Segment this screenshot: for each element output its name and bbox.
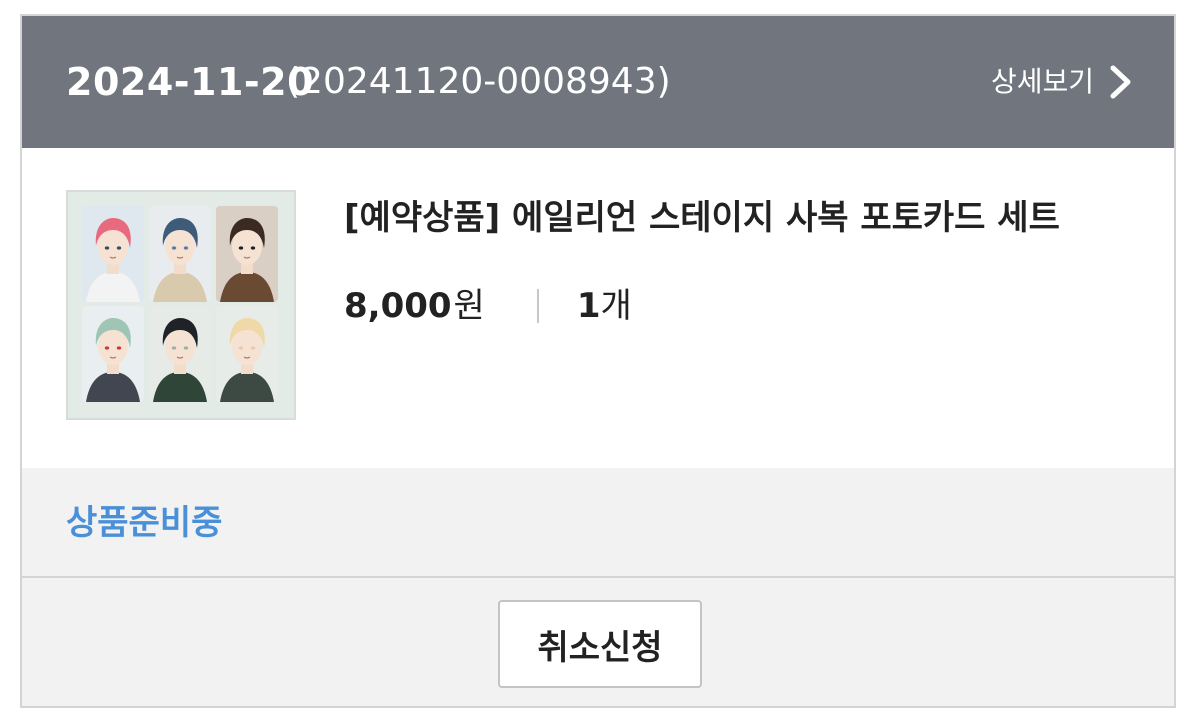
product-thumbnail[interactable] [66,190,296,420]
photocard-illustration [216,306,278,402]
photocard-illustration [216,206,278,302]
photocard-illustration [82,206,144,302]
order-card: 2024-11-20 (20241120-0008943) 상세보기 [예약상품… [20,14,1176,708]
product-price: 8,000 [344,286,452,326]
quantity-unit: 개 [600,286,632,326]
product-quantity: 1 [576,286,601,326]
chevron-right-icon [1110,65,1131,99]
action-row: 취소신청 [22,578,1174,706]
photocard-illustration [149,206,211,302]
order-date: 2024-11-20 [66,60,315,104]
order-number: (20241120-0008943) [286,61,671,102]
divider [536,289,539,323]
product-row: [예약상품] 에일리언 스테이지 사복 포토카드 세트 8,000 원 1 개 [22,148,1174,468]
price-quantity-row: 8,000 원 1 개 [344,282,632,330]
status-row: 상품준비중 [22,468,1174,578]
photocard-illustration [82,306,144,402]
view-details-label: 상세보기 [990,65,1094,98]
order-header: 2024-11-20 (20241120-0008943) 상세보기 [22,16,1174,148]
view-details-link[interactable]: 상세보기 [991,62,1134,102]
photocard-illustration [149,306,211,402]
product-name[interactable]: [예약상품] 에일리언 스테이지 사복 포토카드 세트 [344,194,1060,242]
cancel-request-button[interactable]: 취소신청 [498,600,702,688]
photocard-grid [82,206,282,406]
order-status: 상품준비중 [66,503,223,543]
price-unit: 원 [453,286,485,326]
